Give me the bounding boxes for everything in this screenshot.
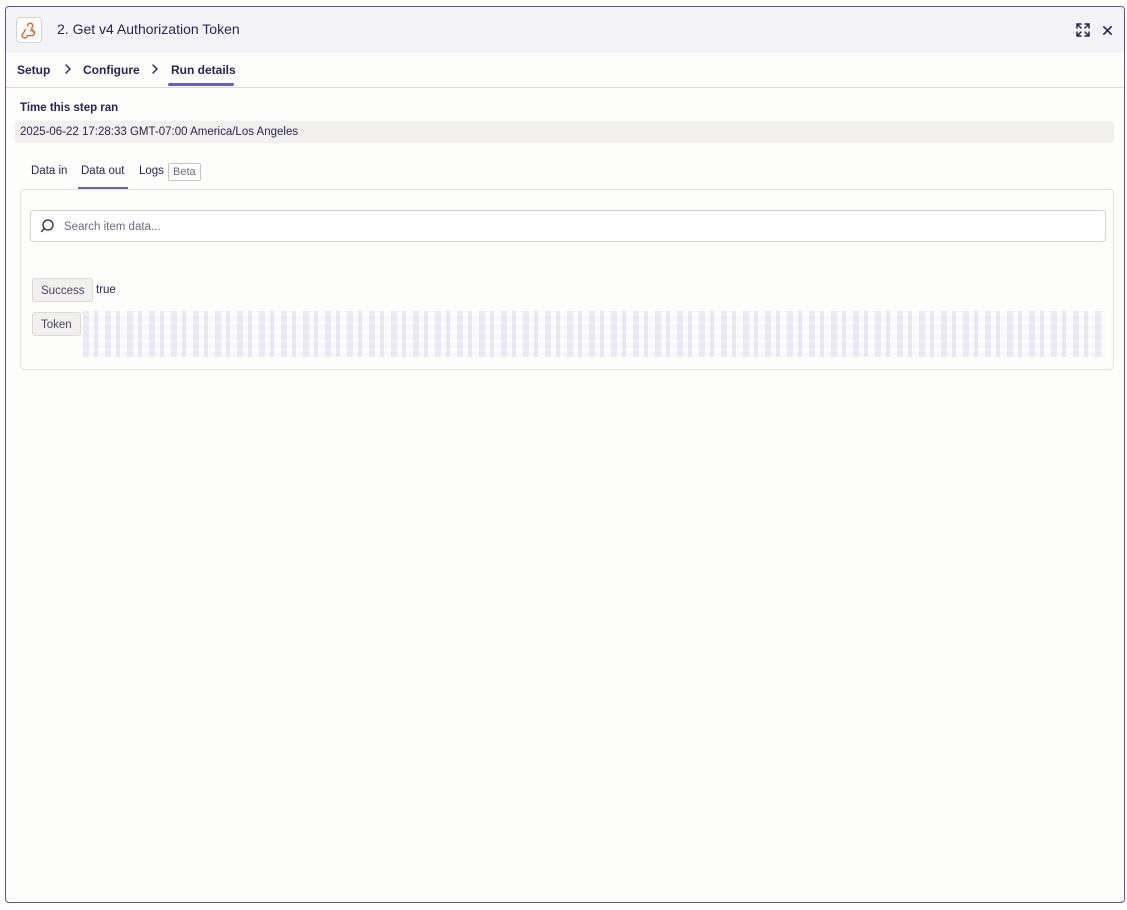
data-out-panel: Success true Token [20, 189, 1114, 370]
field-value-success: true [96, 284, 116, 296]
breadcrumb-setup[interactable]: Setup [17, 63, 50, 77]
panel-title: 2. Get v4 Authorization Token [57, 21, 240, 37]
close-icon[interactable] [1099, 21, 1115, 39]
panel-header: 2. Get v4 Authorization Token [6, 7, 1124, 53]
chevron-right-icon [65, 64, 71, 74]
breadcrumb: Setup Configure Run details [6, 53, 1124, 88]
run-details-panel: 2. Get v4 Authorization Token Setup Conf… [5, 6, 1125, 903]
breadcrumb-run-details[interactable]: Run details [171, 63, 236, 77]
time-value: 2025-06-22 17:28:33 GMT-07:00 America/Lo… [15, 121, 1114, 143]
field-key-success[interactable]: Success [32, 278, 94, 302]
breadcrumb-configure[interactable]: Configure [83, 63, 140, 77]
chevron-right-icon [152, 64, 158, 74]
webhook-icon [16, 17, 42, 43]
field-key-token[interactable]: Token [32, 312, 81, 336]
tab-data-in[interactable]: Data in [31, 165, 67, 177]
time-label: Time this step ran [20, 102, 119, 114]
search-icon [40, 219, 54, 233]
tab-data-out[interactable]: Data out [81, 165, 124, 177]
active-breadcrumb-indicator [168, 83, 234, 86]
expand-icon[interactable] [1074, 21, 1092, 39]
token-value-redacted [83, 311, 1105, 357]
search-field[interactable] [30, 210, 1106, 243]
beta-badge: Beta [168, 163, 201, 181]
tab-logs[interactable]: Logs [139, 165, 164, 177]
search-input[interactable] [62, 211, 1096, 243]
